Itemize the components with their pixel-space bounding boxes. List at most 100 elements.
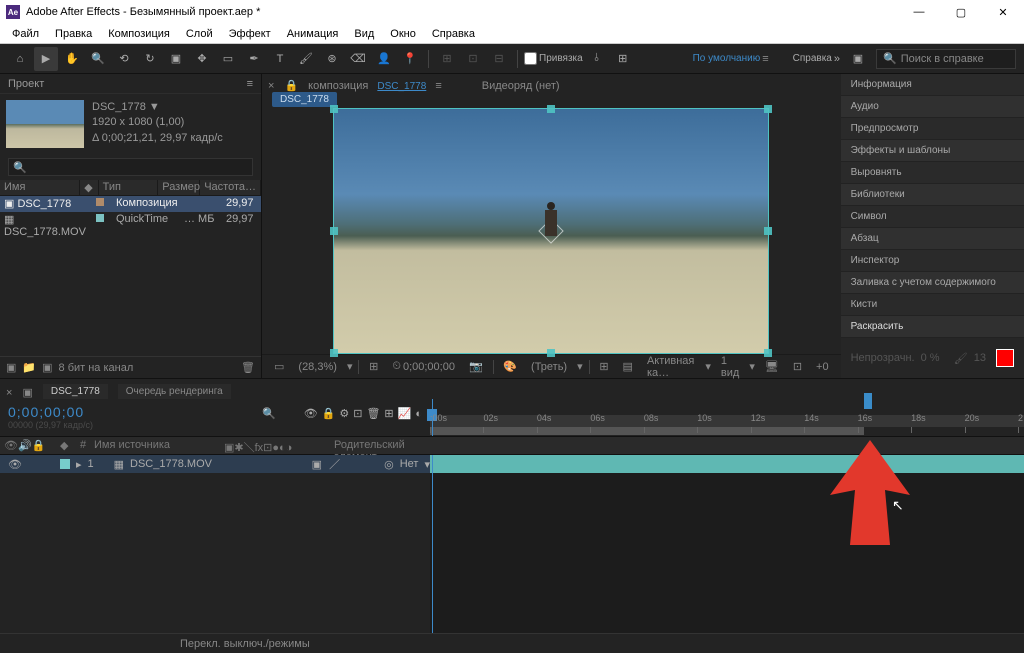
composition-tab-close[interactable]: × — [268, 80, 274, 92]
tl-graph-icon[interactable]: 📈 — [398, 407, 412, 420]
tl-switch3-icon[interactable]: 🗑 — [366, 407, 380, 420]
eraser-tool-icon[interactable]: ⌫ — [346, 47, 370, 71]
tl-shy-icon[interactable]: 👁 — [304, 407, 318, 420]
composition-flowchart-tab[interactable]: DSC_1778 — [272, 92, 337, 107]
menu-edit[interactable]: Правка — [47, 26, 100, 42]
snap-opt1-icon[interactable]: ⫰ — [585, 47, 609, 71]
panel-paragraph[interactable]: Абзац — [841, 228, 1024, 250]
vc-3d-icon[interactable]: ⊡ — [789, 360, 806, 373]
menu-file[interactable]: Файл — [4, 26, 47, 42]
align-1-icon[interactable]: ⊞ — [435, 47, 459, 71]
vc-snapshot-icon[interactable]: 📷 — [465, 360, 487, 373]
vc-mask-dropdown[interactable]: (Треть) — [527, 361, 571, 373]
panel-effects[interactable]: Эффекты и шаблоны — [841, 140, 1024, 162]
tl-mb-icon[interactable]: ◐ — [415, 408, 422, 420]
text-tool-icon[interactable]: T — [268, 47, 292, 71]
expand-panels-icon[interactable]: » — [834, 53, 840, 65]
render-queue-tab[interactable]: Очередь рендеринга — [118, 384, 231, 399]
timeline-tab-close[interactable]: × — [6, 387, 12, 399]
vc-zoom-dropdown[interactable]: (28,3%) — [294, 361, 341, 373]
toggle-switches-label[interactable]: Перекл. выключ./режимы — [180, 638, 310, 650]
paint-color-swatch[interactable] — [996, 349, 1014, 367]
menu-layer[interactable]: Слой — [178, 26, 221, 42]
hand-tool-icon[interactable]: ✋ — [60, 47, 84, 71]
home-icon[interactable]: ⌂ — [8, 47, 32, 71]
layer-row[interactable]: 👁 ▸ 1 ▦ DSC_1778.MOV ▣ ／ ◎ Нет ▾ — [0, 455, 430, 473]
panel-libraries[interactable]: Библиотеки — [841, 184, 1024, 206]
timeline-ruler[interactable]: :00s 02s 04s 06s 08s 10s 12s 14s 16s 18s… — [430, 399, 1024, 436]
vc-views-dropdown[interactable]: 1 вид — [717, 355, 743, 379]
timeline-tab[interactable]: DSC_1778 — [43, 384, 108, 399]
panel-paint[interactable]: Раскрасить — [841, 316, 1024, 338]
workspace-menu-icon[interactable]: ≡ — [762, 53, 768, 65]
vc-exposure-icon[interactable]: +0 — [812, 361, 833, 373]
tl-switch4-icon[interactable]: ⊞ — [384, 407, 393, 420]
panel-menu-icon[interactable]: ≡ — [247, 78, 253, 90]
vc-channel-icon[interactable]: 🎨 — [499, 360, 521, 373]
camera-tool-icon[interactable]: ▣ — [164, 47, 188, 71]
flow-value[interactable]: 13 — [974, 352, 986, 364]
interpret-footage-icon[interactable]: ▣ — [6, 361, 16, 374]
opacity-value[interactable]: 0 % — [921, 352, 940, 364]
roto-tool-icon[interactable]: 👤 — [372, 47, 396, 71]
panel-preview[interactable]: Предпросмотр — [841, 118, 1024, 140]
layer-duration-bar[interactable] — [430, 455, 1024, 473]
align-3-icon[interactable]: ⊟ — [487, 47, 511, 71]
anchor-tool-icon[interactable]: ✥ — [190, 47, 214, 71]
workspace-dropdown[interactable]: По умолчанию — [693, 53, 761, 64]
menu-view[interactable]: Вид — [346, 26, 382, 42]
timeline-timecode[interactable]: 0;00;00;00 — [8, 404, 93, 420]
layer-switches[interactable]: ▣ ／ — [312, 456, 342, 472]
tl-lock-icon[interactable]: 🔒 — [322, 407, 336, 420]
vc-guides-icon[interactable]: ▤ — [619, 360, 637, 373]
project-row-footage[interactable]: ▦ DSC_1778.MOV QuickTime … МБ 29,97 — [0, 212, 261, 228]
brush-tool-icon[interactable]: 🖌 — [294, 47, 318, 71]
align-2-icon[interactable]: ⊡ — [461, 47, 485, 71]
close-button[interactable]: ✕ — [982, 0, 1024, 24]
bpc-label[interactable]: 8 бит на канал — [59, 362, 134, 374]
search-community-icon[interactable]: ▣ — [846, 47, 870, 71]
snap-checkbox[interactable] — [524, 52, 537, 65]
vc-resolution-icon[interactable]: ⊞ — [365, 360, 382, 373]
snap-opt2-icon[interactable]: ⊞ — [611, 47, 635, 71]
panel-character[interactable]: Символ — [841, 206, 1024, 228]
vc-time[interactable]: ⏲ 0;00;00;00 — [388, 360, 459, 373]
menu-window[interactable]: Окно — [382, 26, 424, 42]
help-search-input[interactable]: 🔍 Поиск в справке — [876, 49, 1016, 69]
menu-composition[interactable]: Композиция — [100, 26, 178, 42]
composition-viewer[interactable] — [262, 108, 841, 354]
pen-tool-icon[interactable]: ✒ — [242, 47, 266, 71]
timeline-tracks[interactable] — [430, 455, 1024, 633]
menu-help[interactable]: Справка — [424, 26, 483, 42]
menu-animation[interactable]: Анимация — [279, 26, 347, 42]
panel-tracker[interactable]: Инспектор — [841, 250, 1024, 272]
new-comp-icon[interactable]: ▣ — [42, 361, 52, 374]
panel-content-aware-fill[interactable]: Заливка с учетом содержимого — [841, 272, 1024, 294]
zoom-tool-icon[interactable]: 🔍 — [86, 47, 110, 71]
panel-align[interactable]: Выровнять — [841, 162, 1024, 184]
puppet-tool-icon[interactable]: 📍 — [398, 47, 422, 71]
vc-grid-icon[interactable]: ⊞ — [595, 360, 612, 373]
panel-information[interactable]: Информация — [841, 74, 1024, 96]
layer-parent-dropdown[interactable]: Нет — [400, 458, 419, 470]
panel-brushes[interactable]: Кисти — [841, 294, 1024, 316]
tl-search-icon[interactable]: 🔍 — [262, 407, 276, 420]
tl-switch2-icon[interactable]: ⊡ — [353, 407, 362, 420]
menu-effect[interactable]: Эффект — [221, 26, 279, 42]
project-search-input[interactable]: 🔍 — [8, 158, 253, 176]
help-link[interactable]: Справка — [793, 53, 832, 64]
composition-canvas[interactable] — [333, 108, 769, 354]
composition-tab-lock-icon[interactable]: 🔒 — [284, 79, 298, 92]
orbit-tool-icon[interactable]: ⟲ — [112, 47, 136, 71]
project-row-composition[interactable]: ▣ DSC_1778 Композиция 29,97 — [0, 196, 261, 212]
trash-icon[interactable]: 🗑 — [241, 361, 255, 374]
tl-switch1-icon[interactable]: ⚙ — [339, 407, 349, 420]
layer-visibility-icon[interactable]: 👁 — [8, 458, 22, 471]
new-folder-icon[interactable]: 📁 — [22, 361, 36, 374]
vc-share-icon[interactable]: 🖥 — [761, 360, 783, 373]
minimize-button[interactable]: — — [898, 0, 940, 24]
layer-parent-pickwhip-icon[interactable]: ◎ — [384, 458, 394, 471]
selection-tool-icon[interactable]: ▶ — [34, 47, 58, 71]
vc-alpha-icon[interactable]: ▭ — [270, 360, 288, 373]
vc-camera-dropdown[interactable]: Активная ка… — [643, 355, 699, 379]
